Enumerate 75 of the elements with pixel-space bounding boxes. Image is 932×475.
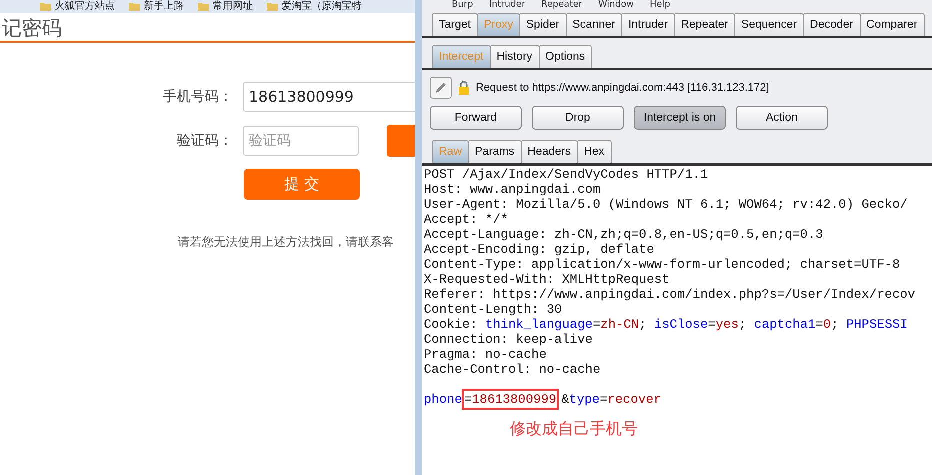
request-line: Referer: https://www.anpingdai.com/index.php?s=/User/Index/recov bbox=[424, 287, 916, 302]
request-token: recover bbox=[608, 392, 662, 407]
intercept-button[interactable]: Action bbox=[736, 106, 828, 130]
request-line: Content-Length: 30 bbox=[424, 302, 562, 317]
folder-icon bbox=[198, 2, 209, 11]
request-target: Request to https://www.anpingdai.com:443 [116.31.123.172] bbox=[476, 82, 770, 94]
request-token: & bbox=[562, 392, 570, 407]
request-token: zh-CN bbox=[600, 317, 640, 332]
request-editor[interactable] bbox=[422, 165, 932, 475]
request-line: Accept-Encoding: gzip, deflate bbox=[424, 242, 654, 257]
tool-tab[interactable]: Decoder bbox=[803, 13, 861, 36]
edit-button[interactable] bbox=[430, 77, 452, 99]
request-token: = bbox=[464, 392, 472, 407]
bookmark-link[interactable]: 常用网址 bbox=[213, 0, 253, 12]
folder-icon bbox=[129, 2, 140, 11]
tool-tab[interactable]: Target bbox=[432, 13, 478, 36]
tool-tab[interactable]: Comparer bbox=[860, 13, 925, 36]
request-token: think_language bbox=[485, 317, 593, 332]
request-line: Cache-Control: no-cache bbox=[424, 362, 601, 377]
request-token: = bbox=[816, 317, 824, 332]
folder-icon bbox=[40, 2, 51, 11]
request-line: User-Agent: Mozilla/5.0 (Windows NT 6.1; WOW64; rv:42.0) Gecko/ bbox=[424, 197, 908, 212]
annotation-text: 修改成自己手机号 bbox=[510, 420, 639, 440]
request-token: 0 bbox=[823, 317, 832, 332]
request-line: Accept-Language: zh-CN,zh;q=0.8,en-US;q=0.5,en;q=0.3 bbox=[424, 227, 824, 242]
request-token: = bbox=[592, 317, 601, 332]
tool-tab[interactable]: Intruder bbox=[621, 13, 676, 36]
view-tab[interactable]: Hex bbox=[577, 140, 612, 163]
request-token: 18613800999 bbox=[472, 392, 557, 407]
request-token: = bbox=[708, 317, 716, 332]
menu-item[interactable]: Repeater bbox=[542, 0, 582, 11]
folder-icon bbox=[267, 2, 278, 11]
sub-tab[interactable]: Options bbox=[538, 45, 592, 68]
tool-tab[interactable]: Scanner bbox=[566, 13, 622, 36]
request-token: type bbox=[569, 392, 600, 407]
menu-item[interactable]: Help bbox=[650, 0, 670, 11]
request-token: phone bbox=[424, 392, 462, 407]
bookmark-link[interactable]: 新手上路 bbox=[144, 0, 184, 12]
request-token: ; bbox=[738, 317, 748, 332]
tool-tab[interactable]: Spider bbox=[519, 13, 567, 36]
bookmark-link[interactable]: 火狐官方站点 bbox=[55, 0, 115, 12]
bookmark-link[interactable]: 爱淘宝（原淘宝特 bbox=[282, 0, 362, 12]
request-line: POST /Ajax/Index/SendVyCodes HTTP/1.1 bbox=[424, 167, 708, 182]
request-line: Connection: keep-alive bbox=[424, 332, 593, 347]
request-token: Cookie: bbox=[424, 317, 479, 332]
tool-tab[interactable]: Sequencer bbox=[734, 13, 804, 36]
lock-icon bbox=[458, 81, 470, 95]
request-token: ; bbox=[831, 317, 840, 332]
phone-label: 手机号码： bbox=[162, 88, 233, 106]
code-label: 验证码： bbox=[176, 132, 233, 150]
intercept-button[interactable]: Forward bbox=[430, 106, 522, 130]
view-tab[interactable]: Params bbox=[468, 140, 522, 163]
menu-item[interactable]: Burp bbox=[452, 0, 474, 11]
sub-tab[interactable]: History bbox=[490, 45, 540, 68]
tool-tab[interactable]: Repeater bbox=[674, 13, 736, 36]
request-token: PHPSESSI bbox=[846, 317, 908, 332]
request-token: = bbox=[600, 392, 608, 407]
request-line: Host: www.anpingdai.com bbox=[424, 182, 601, 197]
request-line: X-Requested-With: XMLHttpRequest bbox=[424, 272, 670, 287]
page-title: 记密码 bbox=[1, 15, 63, 41]
phone-input[interactable]: 18613800999 bbox=[243, 82, 415, 112]
request-token: isClose bbox=[654, 317, 708, 332]
request-line: Accept: */* bbox=[424, 212, 508, 227]
intercept-button[interactable]: Intercept is on bbox=[634, 106, 726, 130]
intercept-button[interactable]: Drop bbox=[532, 106, 624, 130]
request-line: Pragma: no-cache bbox=[424, 347, 547, 362]
request-token: captcha1 bbox=[754, 317, 816, 332]
menu-item[interactable]: Intruder bbox=[489, 0, 526, 11]
menu-item[interactable]: Window bbox=[598, 0, 634, 11]
request-token: yes bbox=[716, 317, 739, 332]
request-token: ; bbox=[639, 317, 648, 332]
view-tab[interactable]: Headers bbox=[520, 140, 578, 163]
help-text: 请若您无法使用上述方法找回，请联系客 bbox=[178, 234, 395, 251]
pencil-icon bbox=[434, 81, 448, 95]
request-line: Content-Type: application/x-www-form-urlencoded; charset=UTF-8 bbox=[424, 257, 900, 272]
